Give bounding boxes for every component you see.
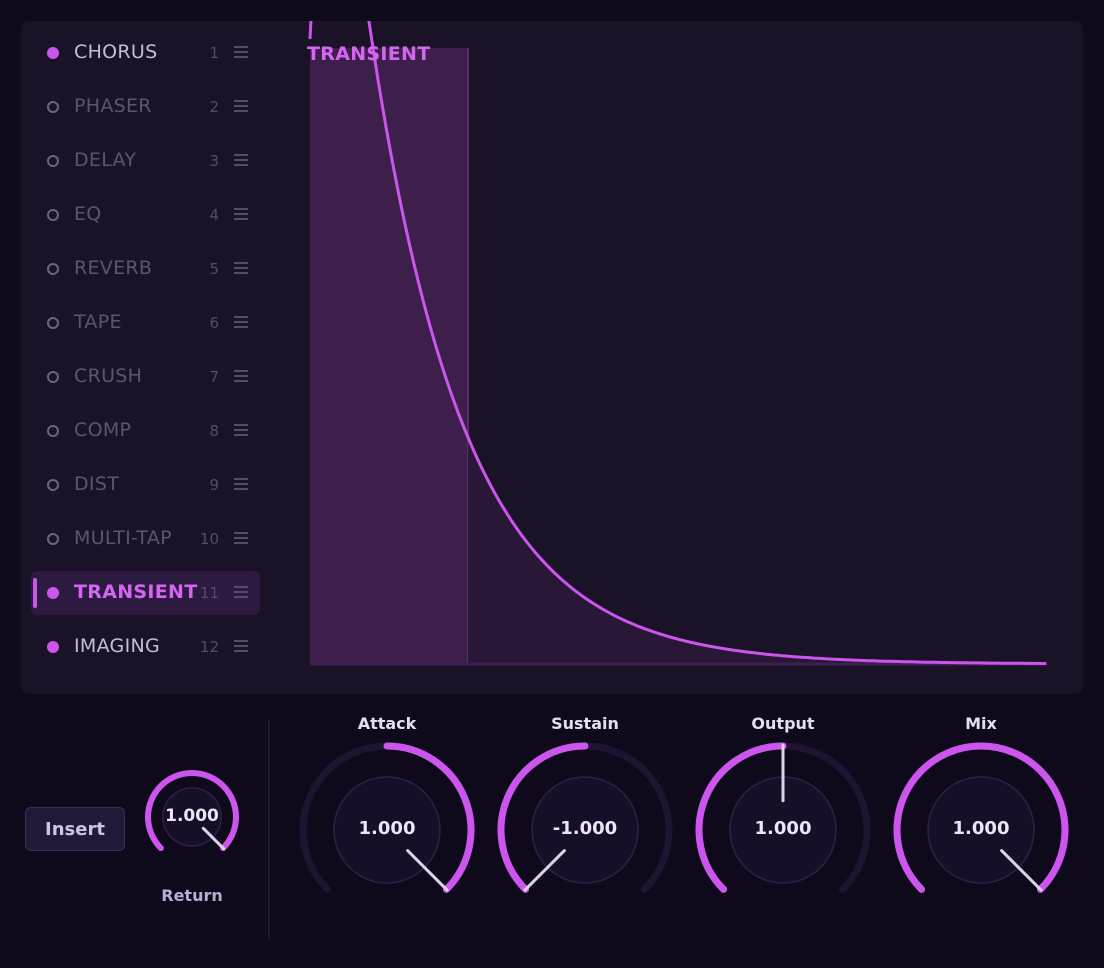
knob-value-output: 1.000 — [754, 818, 812, 839]
main-panel: CHORUS 1 PHASER 2 DELAY 3 EQ 4 REVERB 5 TAPE 6 CRUSH… — [21, 21, 1083, 694]
knob-value-attack: 1.000 — [358, 818, 416, 839]
knob-value-mix: 1.000 — [952, 818, 1010, 839]
knob-label-attack: Attack — [357, 714, 417, 733]
return-knob-value: 1.000 — [165, 806, 219, 826]
transient-visualizer — [308, 21, 1048, 666]
return-knob-label: Return — [161, 886, 223, 905]
visualizer-title: TRANSIENT — [307, 43, 431, 65]
section-divider — [268, 720, 270, 940]
knob-value-sustain: -1.000 — [552, 818, 618, 839]
knob-label-mix: Mix — [965, 714, 997, 733]
release-fill — [468, 437, 1048, 664]
insert-button[interactable]: Insert — [25, 807, 125, 851]
knob-label-output: Output — [751, 714, 815, 733]
knob-label-sustain: Sustain — [551, 714, 619, 733]
